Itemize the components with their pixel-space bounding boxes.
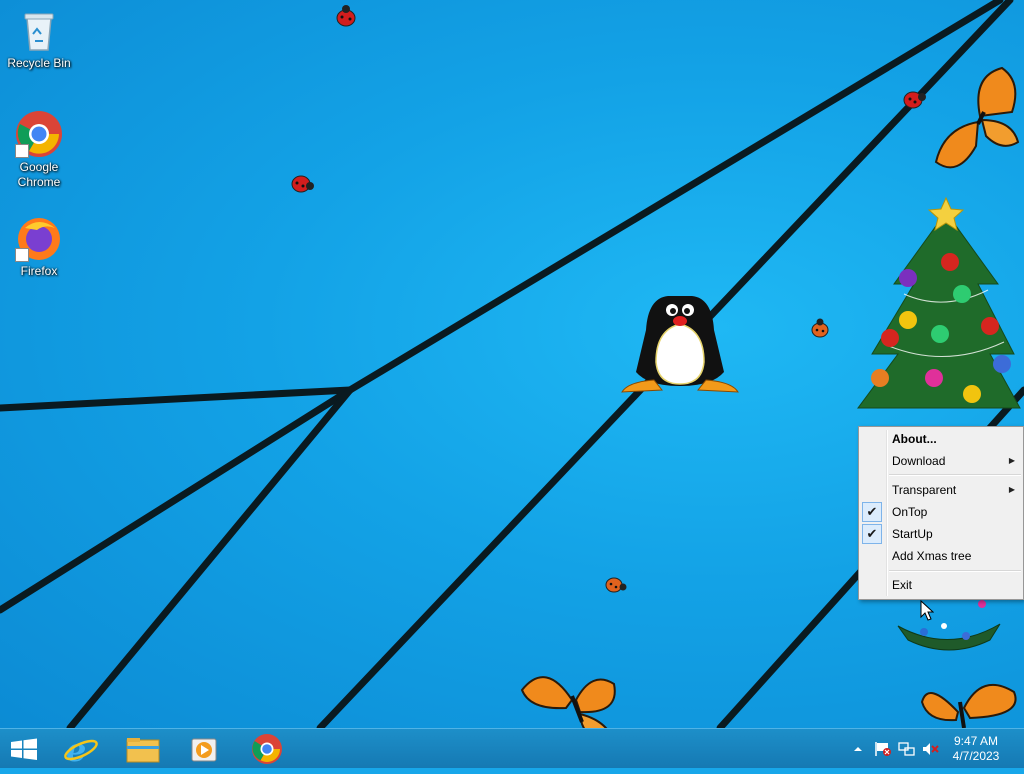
butterfly-sprite (920, 683, 1017, 728)
menu-item-add-xmas-tree[interactable]: Add Xmas tree (859, 545, 1023, 567)
menu-item-about[interactable]: About... (859, 428, 1023, 450)
menu-item-label: OnTop (892, 505, 928, 519)
clock-time: 9:47 AM (953, 734, 999, 748)
network-icon (898, 742, 915, 756)
google-chrome-shortcut[interactable]: Google Chrome (4, 110, 74, 190)
firefox-label: Firefox (20, 264, 58, 278)
menu-separator (889, 570, 1021, 572)
recycle-bin-label: Recycle Bin (7, 56, 71, 70)
taskbar-internet-explorer[interactable]: e (52, 729, 110, 769)
menu-item-ontop[interactable]: ✔ OnTop (859, 501, 1023, 523)
menu-item-label: Download (892, 454, 946, 468)
firefox-icon (15, 214, 63, 262)
chrome-icon (15, 110, 63, 158)
menu-item-label: StartUp (892, 527, 933, 541)
shortcut-arrow-icon (15, 248, 29, 262)
recycle-bin-shortcut[interactable]: Recycle Bin (4, 6, 74, 71)
mouse-cursor-icon (920, 600, 934, 621)
media-player-icon (191, 738, 217, 762)
ladybug-sprite (605, 577, 627, 593)
submenu-arrow-icon: ▶ (1008, 456, 1015, 465)
christmas-tree-sprite (857, 196, 1021, 409)
penguin-sprite (621, 296, 739, 393)
submenu-arrow-icon: ▶ (1008, 485, 1015, 494)
menu-separator (889, 474, 1021, 476)
clock-date: 4/7/2023 (952, 749, 1000, 763)
ladybug-sprite (903, 91, 926, 109)
ladybug-sprite (811, 318, 829, 338)
menu-item-label: About... (892, 432, 937, 446)
ladybug-sprite (291, 175, 314, 193)
taskbar-media-player[interactable] (176, 729, 234, 769)
flag-icon (875, 742, 891, 756)
volume-tray[interactable] (922, 741, 939, 757)
checkmark-icon: ✔ (862, 502, 882, 522)
internet-explorer-icon: e (64, 731, 98, 769)
chevron-up-icon (854, 747, 862, 751)
desktop[interactable]: Recycle Bin Google Chrome Firefox About.… (0, 0, 1024, 728)
ladybug-sprite (336, 5, 356, 27)
christmas-tree-sprite (897, 600, 1001, 651)
menu-item-transparent[interactable]: Transparent ▶ (859, 479, 1023, 501)
menu-item-label: Transparent (892, 483, 957, 497)
show-hidden-icons-button[interactable] (850, 741, 866, 757)
taskbar-google-chrome[interactable] (238, 729, 296, 769)
start-button[interactable] (0, 729, 48, 769)
menu-item-exit[interactable]: Exit (859, 574, 1023, 596)
firefox-shortcut[interactable]: Firefox (4, 214, 74, 279)
network-tray[interactable] (898, 741, 915, 757)
volume-muted-icon (923, 743, 939, 755)
taskbar-file-explorer[interactable] (114, 729, 172, 769)
shortcut-arrow-icon (15, 144, 29, 158)
menu-item-download[interactable]: Download ▶ (859, 450, 1023, 472)
taskbar-clock[interactable]: 9:47 AM 4/7/2023 (948, 734, 1004, 764)
taskbar: e 9:47 AM 4/7/2023 (0, 728, 1024, 769)
recycle-bin-icon (15, 6, 63, 54)
file-explorer-icon (126, 738, 160, 763)
windows-logo-icon (11, 738, 37, 760)
menu-item-label: Add Xmas tree (892, 549, 972, 563)
chrome-icon (252, 734, 282, 764)
tray-context-menu: About... Download ▶ Transparent ▶ ✔ OnTo… (858, 426, 1024, 600)
google-chrome-label: Google Chrome (17, 160, 61, 189)
menu-item-label: Exit (892, 578, 913, 592)
butterfly-sprite (934, 66, 1020, 169)
action-center-tray[interactable] (874, 741, 891, 757)
butterfly-sprite (520, 676, 616, 728)
checkmark-icon: ✔ (862, 524, 882, 544)
menu-item-startup[interactable]: ✔ StartUp (859, 523, 1023, 545)
